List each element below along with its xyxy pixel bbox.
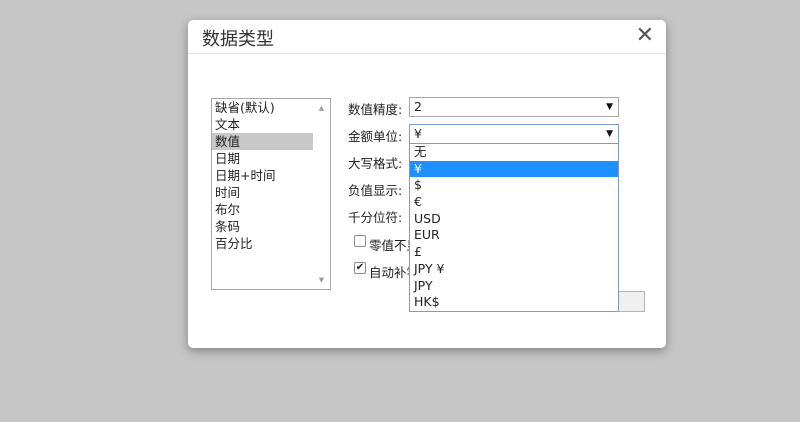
currency-value: ¥	[414, 126, 422, 141]
dropdown-option[interactable]: USD	[410, 211, 618, 228]
scroll-down-icon[interactable]: ▼	[313, 273, 330, 287]
list-item[interactable]: 时间	[212, 184, 313, 201]
negative-display-label: 负值显示:	[348, 183, 403, 198]
dropdown-option[interactable]: $	[410, 177, 618, 194]
chevron-down-icon: ▼	[606, 129, 613, 139]
vertical-scrollbar[interactable]: ▲ ▼	[313, 99, 330, 289]
action-button[interactable]	[618, 291, 645, 312]
dropdown-option[interactable]: €	[410, 194, 618, 211]
list-item[interactable]: 布尔	[212, 201, 313, 218]
currency-select[interactable]: ¥ ▼	[409, 124, 619, 144]
dropdown-option[interactable]: EUR	[410, 227, 618, 244]
type-listbox[interactable]: 缺省(默认) 文本 数值 日期 日期+时间 时间 布尔 条码 百分比 ▲ ▼	[211, 98, 331, 290]
auto-pad-checkbox[interactable]: ✔	[354, 262, 366, 274]
dialog-title: 数据类型	[202, 29, 274, 50]
list-item-selected[interactable]: 数值	[212, 133, 313, 150]
precision-select[interactable]: 2 ▼	[409, 97, 619, 117]
list-item[interactable]: 日期+时间	[212, 167, 313, 184]
dialog-header: 数据类型 ✕	[188, 20, 666, 54]
thousands-separator-label: 千分位符:	[348, 210, 403, 225]
currency-dropdown-list[interactable]: 无 ¥ $ € USD EUR £ JPY ¥ JPY HK$	[409, 143, 619, 312]
precision-label: 数值精度:	[348, 102, 403, 117]
uppercase-format-label: 大写格式:	[348, 156, 403, 171]
dropdown-option[interactable]: 无	[410, 144, 618, 161]
dropdown-option-highlighted[interactable]: ¥	[410, 160, 618, 178]
list-item[interactable]: 条码	[212, 218, 313, 235]
scroll-up-icon[interactable]: ▲	[313, 101, 330, 115]
dropdown-option[interactable]: JPY	[410, 278, 618, 295]
list-item[interactable]: 百分比	[212, 235, 313, 252]
dropdown-option[interactable]: JPY ¥	[410, 261, 618, 278]
dropdown-option[interactable]: £	[410, 244, 618, 261]
close-icon[interactable]: ✕	[636, 23, 654, 49]
precision-value: 2	[414, 99, 422, 114]
list-item[interactable]: 文本	[212, 116, 313, 133]
currency-label: 金额单位:	[348, 129, 403, 144]
zero-hide-checkbox[interactable]	[354, 235, 366, 247]
list-item[interactable]: 日期	[212, 150, 313, 167]
chevron-down-icon: ▼	[606, 102, 613, 112]
dropdown-option[interactable]: HK$	[410, 294, 618, 311]
list-item[interactable]: 缺省(默认)	[212, 99, 313, 116]
